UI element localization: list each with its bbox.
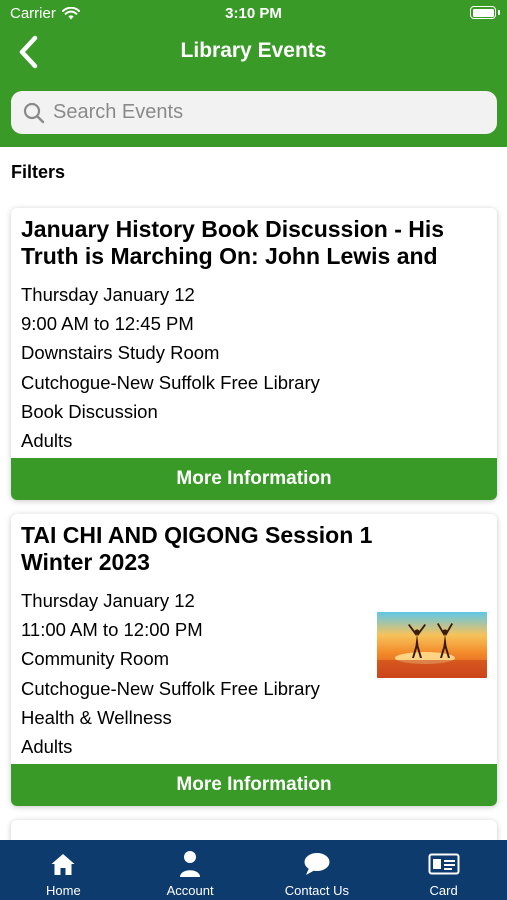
event-audience: Adults: [21, 736, 73, 758]
event-category: Health & Wellness: [21, 706, 172, 728]
event-thumbnail-image: [377, 612, 487, 678]
library-card-icon: [428, 853, 460, 875]
page-title: Library Events: [180, 39, 327, 62]
tab-home[interactable]: Home: [0, 840, 127, 900]
event-title-line: Truth is Marching On: John Lewis and: [21, 243, 438, 269]
event-title-line: Winter 2023: [21, 549, 150, 575]
event-time: 9:00 AM to 12:45 PM: [21, 313, 194, 335]
chat-bubble-icon: [304, 853, 330, 875]
event-room: Downstairs Study Room: [21, 342, 220, 364]
event-date: Thursday January 12: [21, 590, 195, 611]
person-icon: [180, 851, 201, 877]
event-title: TAI CHI AND QIGONG Session 1 Winter 2023: [21, 522, 487, 576]
tab-card[interactable]: Card: [380, 840, 507, 900]
event-library: Cutchogue-New Suffolk Free Library: [21, 371, 320, 393]
home-icon: [51, 854, 75, 875]
status-bar: Carrier 3:10 PM: [0, 0, 507, 28]
tab-label: Home: [46, 883, 81, 898]
event-card[interactable]: TAI CHI AND QIGONG Session 1 Winter 2023…: [11, 514, 497, 806]
event-title: January History Book Discussion - His Tr…: [21, 216, 487, 270]
event-audience: Adults: [21, 430, 73, 452]
filters-label[interactable]: Filters: [11, 162, 65, 183]
tab-label: Contact Us: [284, 883, 350, 898]
tab-label: Account: [166, 883, 214, 898]
tab-contact-us[interactable]: Contact Us: [254, 840, 381, 900]
search-input[interactable]: [53, 101, 473, 124]
more-information-button[interactable]: More Information: [11, 458, 497, 500]
tab-label: Card: [429, 883, 458, 898]
battery-tip: [498, 10, 500, 15]
event-title-line: January History Book Discussion - His: [21, 216, 445, 242]
search-icon: [23, 102, 45, 123]
event-category: Book Discussion: [21, 400, 158, 422]
more-information-button[interactable]: More Information: [11, 764, 497, 806]
event-date: Thursday January 12: [21, 284, 195, 305]
tab-account[interactable]: Account: [127, 840, 254, 900]
event-card[interactable]: January History Book Discussion - His Tr…: [11, 208, 497, 500]
battery-icon: [470, 6, 496, 19]
status-time: 3:10 PM: [225, 5, 282, 22]
header: Carrier 3:10 PM Library Events: [0, 0, 507, 147]
search-bar[interactable]: [11, 91, 497, 134]
tab-bar: Home Account Contact Us Card: [0, 840, 507, 900]
event-title-line: TAI CHI AND QIGONG Session 1: [21, 522, 373, 548]
